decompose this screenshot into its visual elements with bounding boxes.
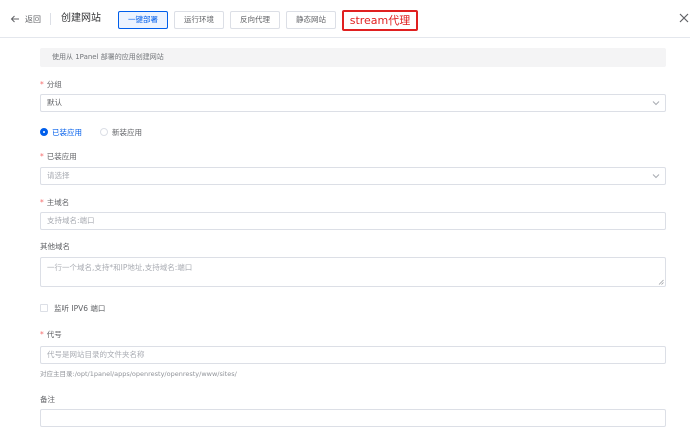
remark-input[interactable] [40,409,666,427]
ipv6-checkbox[interactable]: 监听 IPV6 端口 [40,302,105,314]
group-select[interactable]: 默认 [40,94,666,112]
radio-new-app[interactable]: 新装应用 [100,127,142,138]
tab-reverse-proxy[interactable]: 反向代理 [230,11,280,29]
tab-one-click-deploy[interactable]: 一键部署 [118,11,168,29]
back-label: 返回 [25,14,41,24]
radio-installed-app[interactable]: 已装应用 [40,127,82,138]
installed-app-label: * 已装应用 [40,152,77,161]
tab-static-site[interactable]: 静态网站 [286,11,336,29]
chevron-down-icon [652,174,660,179]
header-divider [50,13,51,25]
chevron-down-icon [652,101,660,106]
alias-path-hint: 对应主目录:/opt/1panel/apps/openresty/openres… [40,370,237,378]
remark-label: 备注 [40,395,55,404]
installed-app-select[interactable]: 请选择 [40,167,666,185]
close-icon[interactable] [679,13,689,23]
resize-grip-icon[interactable] [658,279,664,285]
radio-dot [40,128,48,136]
arrow-left-icon [10,15,19,23]
alias-label: * 代号 [40,330,62,339]
checkbox-box [40,304,48,312]
other-domains-label: 其他域名 [40,242,70,251]
info-notice: 使用从 1Panel 部署的应用创建网站 [40,48,666,67]
back-button[interactable]: 返回 [10,11,41,27]
radio-dot [100,128,108,136]
primary-domain-label: * 主域名 [40,198,70,207]
page-header: 返回 创建网站 一键部署 运行环境 反向代理 静态网站 stream代理 [0,0,690,38]
tab-runtime[interactable]: 运行环境 [174,11,224,29]
primary-domain-input[interactable]: 支持域名:端口 [40,212,666,230]
group-select-value: 默认 [47,98,62,107]
other-domains-textarea[interactable]: 一行一个域名,支持*和IP地址,支持域名:端口 [40,257,666,287]
group-label: * 分组 [40,80,62,89]
app-type-radio-group: 已装应用 新装应用 [40,126,160,138]
installed-app-placeholder: 请选择 [47,171,70,180]
stream-proxy-annotation: stream代理 [342,10,418,31]
page-title: 创建网站 [61,13,101,24]
alias-input[interactable]: 代号是网站目录的文件夹名称 [40,346,666,364]
